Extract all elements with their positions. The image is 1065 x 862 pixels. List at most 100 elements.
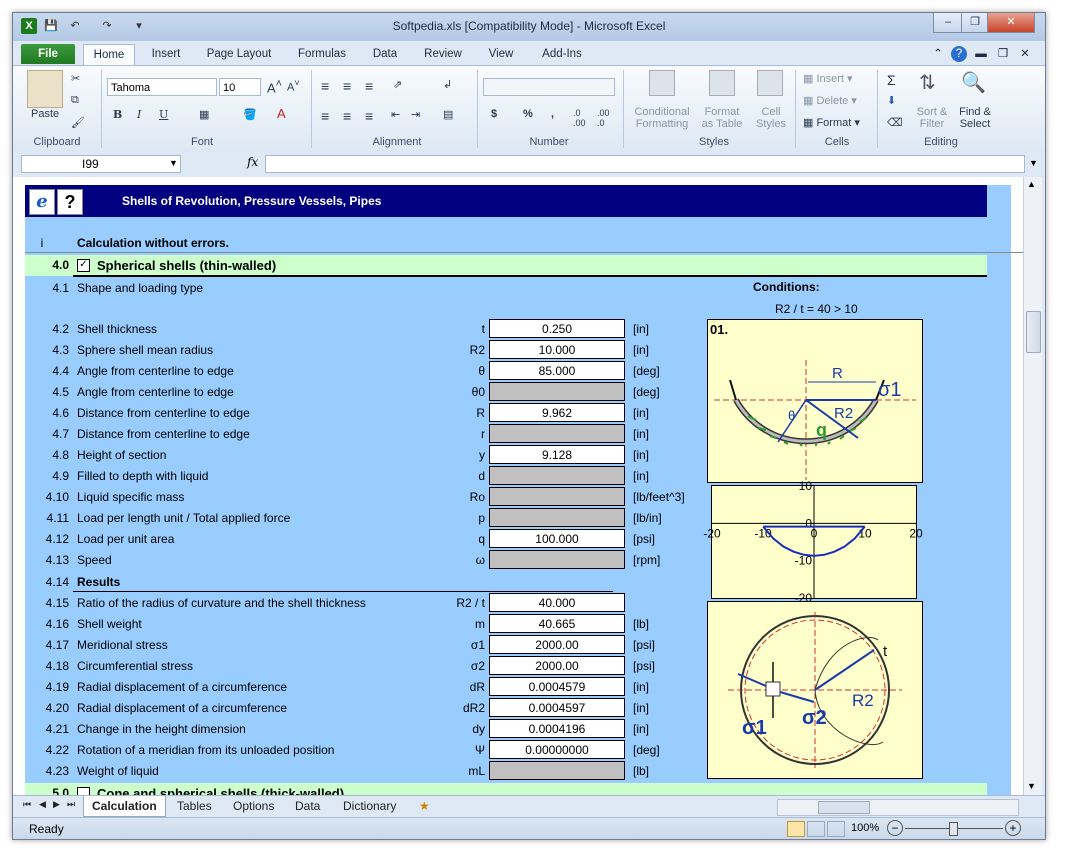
section-4-checkbox[interactable]: ✓	[77, 259, 90, 272]
middle-align-icon[interactable]: ≡	[343, 78, 351, 94]
font-color-icon[interactable]: A	[277, 106, 286, 121]
param-value-cell[interactable]: 10.000	[489, 340, 625, 359]
internet-explorer-icon[interactable]: e	[29, 189, 55, 215]
param-value-cell[interactable]: 85.000	[489, 361, 625, 380]
percent-button[interactable]: %	[523, 108, 533, 120]
minimize-button[interactable]: –	[933, 13, 963, 33]
align-right-icon[interactable]: ≡	[365, 108, 373, 124]
find-select-icon[interactable]: 🔍	[961, 70, 986, 95]
comma-button[interactable]: ,	[551, 108, 554, 120]
first-sheet-icon[interactable]: ⏮	[23, 799, 31, 810]
tab-options[interactable]: Options	[233, 799, 274, 813]
paste-button[interactable]: Paste	[31, 108, 59, 120]
param-value-cell[interactable]: 0.0004579	[489, 677, 625, 696]
format-as-table-button[interactable]: Format as Table	[699, 106, 745, 130]
tab-view[interactable]: View	[479, 44, 523, 64]
shrink-font-icon[interactable]: A˅	[287, 78, 300, 94]
restore-button[interactable]: ❐	[961, 13, 989, 33]
autosum-button[interactable]: Σ	[887, 72, 896, 88]
orientation-icon[interactable]: ⇗	[393, 78, 402, 91]
last-sheet-icon[interactable]: ⏭	[67, 799, 75, 810]
horizontal-scroll-thumb[interactable]	[818, 801, 870, 814]
format-as-table-icon[interactable]	[709, 70, 735, 96]
param-value-cell[interactable]: 9.962	[489, 403, 625, 422]
param-value-cell[interactable]: 2000.00	[489, 635, 625, 654]
scroll-up-icon[interactable]: ▲	[1027, 179, 1036, 189]
increase-decimal-icon[interactable]: .0.00	[573, 108, 586, 128]
param-value-cell[interactable]	[489, 761, 625, 780]
wrap-text-icon[interactable]: ↲	[443, 78, 452, 91]
grow-font-icon[interactable]: A˄	[267, 78, 282, 95]
copy-icon[interactable]: ⧉	[71, 94, 79, 107]
tab-dictionary[interactable]: Dictionary	[343, 799, 396, 813]
bold-button[interactable]: B	[113, 108, 122, 121]
sort-filter-button[interactable]: Sort & Filter	[913, 106, 951, 130]
param-value-cell[interactable]: 9.128	[489, 445, 625, 464]
tab-file[interactable]: File	[21, 44, 75, 64]
tab-calculation[interactable]: Calculation	[83, 796, 166, 817]
param-value-cell[interactable]: 0.00000000	[489, 740, 625, 759]
find-select-button[interactable]: Find & Select	[953, 106, 997, 130]
minimize-ribbon-icon[interactable]: ⌃	[931, 44, 945, 64]
tab-page-layout[interactable]: Page Layout	[199, 44, 279, 64]
param-value-cell[interactable]	[489, 550, 625, 569]
sort-filter-icon[interactable]: ⇅	[919, 70, 936, 95]
conditional-formatting-button[interactable]: Conditional Formatting	[629, 106, 695, 130]
conditional-formatting-icon[interactable]	[649, 70, 675, 96]
worksheet[interactable]: e ? Shells of Revolution, Pressure Vesse…	[13, 177, 1023, 795]
next-sheet-icon[interactable]: ▶	[53, 799, 60, 810]
fill-color-icon[interactable]: 🪣	[243, 108, 257, 121]
formula-input[interactable]	[265, 155, 1025, 173]
align-center-icon[interactable]: ≡	[343, 108, 351, 124]
tab-data-sheet[interactable]: Data	[295, 799, 320, 813]
expand-formula-bar-icon[interactable]: ▼	[1029, 158, 1038, 168]
tab-home[interactable]: Home	[83, 44, 135, 65]
param-value-cell[interactable]: 0.0004196	[489, 719, 625, 738]
prev-sheet-icon[interactable]: ◀	[39, 799, 46, 810]
paste-icon[interactable]	[27, 70, 63, 108]
align-left-icon[interactable]: ≡	[321, 108, 329, 124]
param-value-cell[interactable]: 100.000	[489, 529, 625, 548]
merge-center-icon[interactable]: ▤	[443, 108, 453, 121]
help-icon[interactable]: ?	[951, 46, 967, 62]
zoom-slider-thumb[interactable]	[949, 822, 958, 836]
currency-button[interactable]: $	[491, 108, 497, 120]
tab-formulas[interactable]: Formulas	[289, 44, 355, 64]
close-button[interactable]: ✕	[987, 13, 1035, 33]
top-align-icon[interactable]: ≡	[321, 78, 329, 94]
fill-icon[interactable]: ⬇	[887, 94, 896, 107]
italic-button[interactable]: I	[137, 108, 141, 121]
workbook-minimize-icon[interactable]: ▬	[973, 44, 989, 64]
decrease-indent-icon[interactable]: ⇤	[391, 108, 400, 121]
tab-insert[interactable]: Insert	[139, 44, 193, 64]
insert-sheet-icon[interactable]: ★	[419, 799, 430, 813]
param-value-cell[interactable]: 2000.00	[489, 656, 625, 675]
clear-icon[interactable]: ⌫	[887, 116, 903, 129]
insert-function-button[interactable]: fx	[247, 155, 258, 169]
tab-add-ins[interactable]: Add-Ins	[531, 44, 593, 64]
vertical-scrollbar[interactable]: ▲ ▼	[1023, 177, 1042, 795]
param-value-cell[interactable]: 0.0004597	[489, 698, 625, 717]
tab-tables[interactable]: Tables	[177, 799, 212, 813]
param-value-cell[interactable]: 40.665	[489, 614, 625, 633]
cell-styles-button[interactable]: Cell Styles	[751, 106, 791, 130]
delete-cells-button[interactable]: ▦ Delete ▾	[803, 94, 857, 107]
increase-indent-icon[interactable]: ⇥	[411, 108, 420, 121]
zoom-out-button[interactable]: −	[887, 820, 903, 836]
format-cells-button[interactable]: ▦ Format ▾	[803, 116, 860, 129]
bottom-align-icon[interactable]: ≡	[365, 78, 373, 94]
workbook-close-icon[interactable]: ✕	[1017, 44, 1033, 64]
cell-styles-icon[interactable]	[757, 70, 783, 96]
number-format-select[interactable]	[483, 78, 615, 96]
param-value-cell[interactable]	[489, 424, 625, 443]
param-value-cell[interactable]	[489, 487, 625, 506]
decrease-decimal-icon[interactable]: .00.0	[597, 108, 610, 128]
param-value-cell[interactable]: 0.250	[489, 319, 625, 338]
help-question-icon[interactable]: ?	[57, 189, 83, 215]
page-layout-view-icon[interactable]	[807, 821, 825, 837]
underline-button[interactable]: U	[159, 108, 168, 121]
insert-cells-button[interactable]: ▦ Insert ▾	[803, 72, 853, 85]
zoom-level[interactable]: 100%	[851, 822, 879, 834]
param-value-cell[interactable]	[489, 382, 625, 401]
font-name-select[interactable]: Tahoma	[107, 78, 217, 96]
